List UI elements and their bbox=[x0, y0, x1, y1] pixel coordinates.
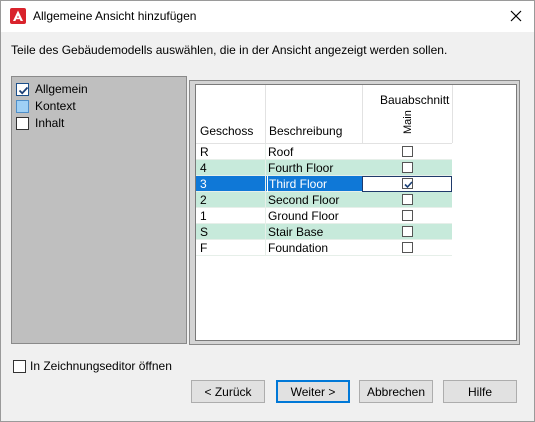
description-cell: Roof bbox=[268, 144, 294, 159]
table-row[interactable]: R Roof bbox=[196, 144, 452, 160]
tree-item-inhalt[interactable]: Inhalt bbox=[16, 115, 64, 131]
back-button[interactable]: < Zurück bbox=[191, 380, 265, 403]
phase-checkbox[interactable] bbox=[401, 146, 413, 157]
phase-checkbox[interactable] bbox=[401, 178, 413, 189]
column-header-description[interactable]: Beschreibung bbox=[269, 124, 342, 138]
title-bar: Allgemeine Ansicht hinzufügen bbox=[1, 1, 534, 32]
description-cell: Stair Base bbox=[268, 224, 324, 239]
level-cell: S bbox=[200, 224, 209, 239]
phase-checkbox[interactable] bbox=[401, 210, 413, 221]
level-cell: 4 bbox=[200, 160, 207, 175]
instruction-text: Teile des Gebäudemodells auswählen, die … bbox=[11, 43, 448, 57]
levels-grid: Bauabschnitt Geschoss Beschreibung Main … bbox=[195, 84, 517, 341]
phase-cell bbox=[362, 160, 452, 176]
tree-item-allgemein[interactable]: Allgemein bbox=[16, 81, 88, 97]
tree-item-label: Kontext bbox=[35, 99, 76, 113]
phase-cell bbox=[362, 144, 452, 160]
level-cell: 2 bbox=[200, 192, 207, 207]
kontext-checkbox[interactable] bbox=[16, 99, 29, 113]
column-separator bbox=[265, 160, 266, 176]
phase-checkbox[interactable] bbox=[401, 162, 413, 173]
open-editor-label: In Zeichnungseditor öffnen bbox=[30, 359, 172, 373]
column-header-phase[interactable]: Main bbox=[402, 110, 414, 134]
column-separator bbox=[265, 144, 266, 160]
window-title: Allgemeine Ansicht hinzufügen bbox=[33, 9, 197, 23]
phase-checkbox[interactable] bbox=[401, 242, 413, 253]
tree-item-label: Inhalt bbox=[35, 116, 65, 130]
level-cell: R bbox=[200, 144, 209, 159]
header-divider bbox=[362, 85, 363, 143]
description-cell: Foundation bbox=[268, 240, 329, 255]
table-row[interactable]: S Stair Base bbox=[196, 224, 452, 240]
open-editor-checkbox[interactable] bbox=[13, 359, 26, 373]
description-cell: Ground Floor bbox=[268, 208, 339, 223]
column-separator bbox=[265, 208, 266, 224]
help-button[interactable]: Hilfe bbox=[443, 380, 517, 403]
phase-cell bbox=[362, 192, 452, 208]
column-separator bbox=[265, 224, 266, 240]
dialog-window: Allgemeine Ansicht hinzufügen Teile des … bbox=[0, 0, 535, 422]
header-divider bbox=[452, 85, 453, 143]
table-row[interactable]: 2 Second Floor bbox=[196, 192, 452, 208]
open-editor-option[interactable]: In Zeichnungseditor öffnen bbox=[13, 359, 172, 373]
column-group-header: Bauabschnitt bbox=[380, 93, 450, 107]
level-cell: 3 bbox=[200, 176, 207, 191]
phase-cell bbox=[362, 224, 452, 240]
inhalt-checkbox[interactable] bbox=[16, 116, 29, 130]
table-row[interactable]: 1 Ground Floor bbox=[196, 208, 452, 224]
phase-cell bbox=[362, 208, 452, 224]
table-row[interactable]: 3 Third Floor bbox=[196, 175, 452, 192]
autocad-logo-icon bbox=[10, 8, 26, 24]
column-header-level[interactable]: Geschoss bbox=[200, 124, 253, 138]
tree-item-label: Allgemein bbox=[35, 82, 88, 96]
level-cell: 1 bbox=[200, 208, 207, 223]
description-cell: Fourth Floor bbox=[268, 160, 334, 175]
phase-cell bbox=[362, 240, 452, 256]
close-icon bbox=[510, 10, 522, 22]
description-cell: Third Floor bbox=[267, 175, 328, 192]
column-separator bbox=[265, 176, 266, 192]
level-cell: F bbox=[200, 240, 208, 255]
phase-checkbox[interactable] bbox=[401, 226, 413, 237]
section-tree-panel: Allgemein Kontext Inhalt bbox=[11, 76, 187, 344]
cancel-button[interactable]: Abbrechen bbox=[359, 380, 433, 403]
next-button[interactable]: Weiter > bbox=[276, 380, 350, 403]
checkmark-icon bbox=[403, 181, 413, 189]
header-divider bbox=[265, 85, 266, 143]
allgemein-checkbox[interactable] bbox=[16, 82, 29, 96]
checkmark-icon bbox=[18, 86, 29, 94]
table-row[interactable]: F Foundation bbox=[196, 240, 452, 256]
column-separator bbox=[265, 240, 266, 256]
close-button[interactable] bbox=[498, 1, 534, 31]
table-row[interactable]: 4 Fourth Floor bbox=[196, 160, 452, 176]
description-cell: Second Floor bbox=[268, 192, 340, 207]
column-separator bbox=[265, 192, 266, 208]
phase-cell bbox=[362, 175, 452, 192]
tree-item-kontext[interactable]: Kontext bbox=[16, 98, 76, 114]
phase-checkbox[interactable] bbox=[401, 194, 413, 205]
